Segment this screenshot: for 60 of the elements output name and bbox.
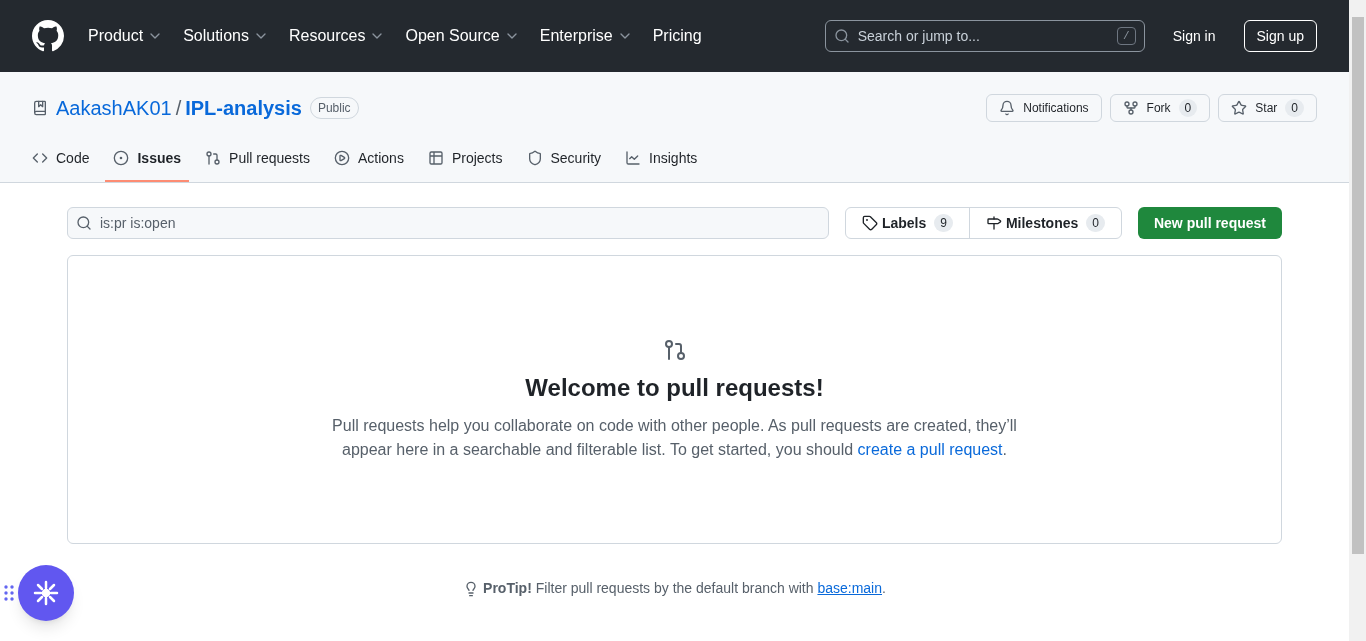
create-pull-request-link[interactable]: create a pull request	[857, 440, 1003, 458]
repo-tab[interactable]: Projects	[419, 136, 511, 182]
security-icon	[526, 150, 543, 166]
nav-menu-item[interactable]: Resources	[288, 24, 386, 48]
repo-tab[interactable]: Security	[518, 136, 610, 182]
nav-menu-item[interactable]: Enterprise	[539, 24, 633, 48]
base-main-link[interactable]: base:main	[817, 580, 882, 596]
counter: 9	[934, 214, 953, 232]
repo-tab[interactable]: Code	[24, 136, 98, 182]
bell-icon	[999, 100, 1016, 116]
search-field[interactable]: Search or jump to... /	[824, 20, 1145, 52]
repo-name-link[interactable]: IPL-analysis	[185, 93, 302, 123]
counter: 0	[1285, 99, 1304, 117]
logo-icon[interactable]	[32, 20, 64, 52]
code-icon	[32, 150, 48, 166]
actions-icon	[334, 150, 350, 166]
milestones-button[interactable]: Milestones 0	[969, 208, 1121, 238]
path-separator: /	[175, 96, 182, 121]
counter: 0	[1086, 214, 1105, 232]
sparkle-icon	[33, 580, 59, 606]
filter-value: is:pr is:open	[100, 213, 176, 233]
floating-widget-button[interactable]	[18, 565, 74, 621]
drag-handle-icon[interactable]	[4, 584, 14, 602]
scrollbar[interactable]	[1349, 0, 1366, 641]
projects-icon	[427, 150, 444, 166]
protip-text: ProTip! Filter pull requests by the default branch with base:main.	[483, 579, 886, 598]
pulls-icon	[205, 150, 222, 166]
fork-icon	[1122, 100, 1139, 116]
repo-action-button[interactable]: Notifications	[986, 94, 1102, 122]
nav-menu-item[interactable]: Pricing	[652, 24, 702, 48]
nav-menu-item[interactable]: Open Source	[405, 24, 520, 48]
star-icon	[1231, 100, 1248, 116]
counter: 0	[1178, 99, 1198, 117]
nav-menu-item[interactable]: Solutions	[183, 24, 269, 48]
repo-tab[interactable]: Insights	[617, 136, 706, 182]
repo-tab[interactable]: Pull requests	[197, 136, 318, 182]
repo-action-button[interactable]: Star 0	[1218, 94, 1317, 122]
search-icon	[833, 28, 850, 44]
labels-button[interactable]: Labels 9	[845, 208, 970, 238]
search-placeholder: Search or jump to...	[857, 26, 981, 46]
repo-tab[interactable]: Issues	[105, 136, 190, 182]
scrollbar-thumb[interactable]	[1351, 17, 1364, 554]
repo-action-button[interactable]: Fork 0	[1109, 94, 1211, 122]
repo-icon	[32, 100, 48, 116]
blankslate-title: Welcome to pull requests!	[525, 372, 824, 403]
sign-in-link[interactable]: Sign in	[1172, 25, 1216, 47]
shortcut-key: /	[1117, 26, 1136, 46]
repo-tab[interactable]: Actions	[326, 136, 412, 182]
new-pull-request-button[interactable]: New pull request	[1137, 207, 1282, 239]
insights-icon	[625, 150, 642, 166]
search-icon	[76, 215, 92, 231]
nav-menu-item[interactable]: Product	[88, 24, 164, 48]
milestone-icon	[985, 215, 1002, 231]
pull-request-icon	[662, 337, 687, 362]
filter-field[interactable]: is:pr is:open	[67, 207, 829, 239]
tag-icon	[861, 215, 878, 231]
sign-up-button[interactable]: Sign up	[1243, 20, 1317, 52]
blankslate-text: Pull requests help you collaborate on code with other people. As pull requests are created, they’ll appear here in a searchable and filterable list. To get started, you should create a pull request.	[331, 415, 1018, 460]
issues-icon	[113, 150, 130, 166]
owner-link[interactable]: AakashAK01	[56, 93, 172, 123]
